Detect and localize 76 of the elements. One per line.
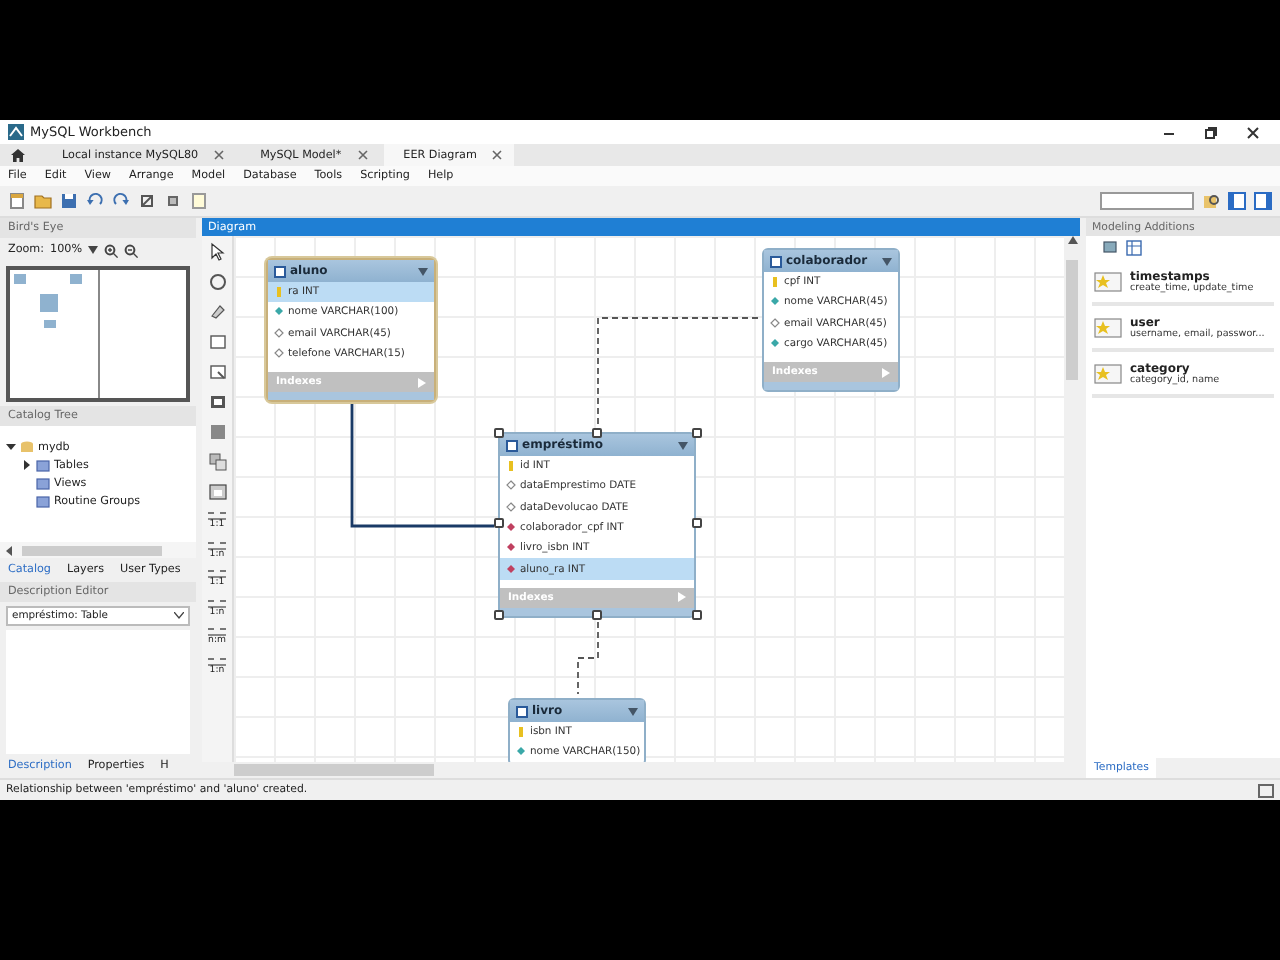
redo-icon[interactable] (112, 192, 130, 210)
star-template-icon (1094, 271, 1122, 291)
resize-handle[interactable] (493, 427, 503, 437)
column-icon (770, 317, 780, 330)
scroll-left-icon[interactable] (6, 545, 14, 555)
close-icon[interactable] (1246, 125, 1260, 139)
primary-key-icon (506, 460, 516, 473)
resize-handle[interactable] (691, 610, 701, 621)
connector-icon (208, 603, 226, 610)
star-template-icon (1094, 363, 1122, 383)
scrollbar-thumb[interactable] (1066, 260, 1078, 380)
primary-key-icon (770, 276, 780, 289)
view-icon[interactable] (207, 452, 227, 472)
foreign-key-icon (506, 542, 516, 555)
expand-arrow-icon[interactable] (22, 460, 32, 470)
table-icon[interactable] (207, 422, 227, 442)
not-null-column-icon (516, 746, 526, 759)
table-icon (516, 705, 528, 717)
snap-icon[interactable] (164, 192, 182, 210)
dropdown-arrow-icon[interactable] (88, 246, 99, 254)
note-icon[interactable] (207, 362, 227, 382)
zoom-in-icon[interactable] (104, 243, 119, 257)
zoom-out-icon[interactable] (124, 243, 139, 257)
connector-icon (208, 661, 226, 668)
scrollbar-thumb[interactable] (234, 764, 434, 776)
hand-icon[interactable] (207, 272, 227, 292)
open-folder-icon[interactable] (34, 192, 52, 210)
add-template-icon[interactable] (1102, 240, 1118, 256)
routine-group-icon[interactable] (207, 482, 227, 502)
table-icon (506, 439, 518, 451)
save-icon[interactable] (60, 192, 78, 210)
scrollbar-thumb[interactable] (22, 545, 162, 555)
new-file-icon[interactable] (8, 192, 26, 210)
primary-key-icon (274, 286, 284, 299)
dropdown-arrow-icon[interactable] (628, 707, 638, 715)
status-icon[interactable] (1258, 783, 1274, 797)
home-icon[interactable] (10, 148, 26, 162)
resize-handle[interactable] (493, 518, 503, 529)
note-icon[interactable] (190, 192, 208, 210)
search-icon[interactable] (1202, 192, 1220, 210)
dropdown-arrow-icon[interactable] (418, 267, 428, 275)
foreign-key-icon (506, 522, 516, 535)
undo-icon[interactable] (86, 192, 104, 210)
pointer-icon[interactable] (207, 242, 227, 262)
resize-handle[interactable] (691, 427, 701, 437)
dropdown-arrow-icon[interactable] (882, 257, 892, 265)
database-icon (20, 440, 34, 454)
resize-handle[interactable] (493, 610, 503, 621)
collapse-arrow-icon[interactable] (6, 442, 16, 452)
image-icon[interactable] (207, 392, 227, 412)
layer-icon[interactable] (207, 332, 227, 352)
table-icon (770, 255, 782, 267)
connector-icon (208, 574, 226, 581)
connector-icon (208, 632, 226, 639)
eraser-icon[interactable] (207, 302, 227, 322)
sidebar-toggle-icon[interactable] (1228, 192, 1246, 210)
close-icon[interactable] (492, 150, 503, 160)
resize-handle[interactable] (592, 610, 602, 621)
table-icon (274, 265, 286, 277)
search-field[interactable] (1100, 192, 1194, 210)
primary-key-icon (516, 726, 526, 739)
not-null-column-icon (274, 306, 284, 319)
restore-icon[interactable] (1204, 125, 1218, 139)
panel-toggle-icon[interactable] (1254, 192, 1272, 210)
not-null-column-icon (770, 296, 780, 309)
dropdown-arrow-icon[interactable] (678, 441, 688, 449)
foreign-key-icon (506, 563, 516, 576)
not-null-column-icon (770, 338, 780, 351)
minimap-drawing (14, 274, 86, 332)
connector-icon (208, 545, 226, 552)
star-template-icon (1094, 317, 1122, 337)
resize-handle[interactable] (592, 427, 602, 437)
connector-icon (208, 516, 226, 522)
resize-handle[interactable] (691, 518, 701, 529)
grid-icon[interactable] (1126, 240, 1142, 256)
toggle-grid-icon[interactable] (138, 192, 156, 210)
